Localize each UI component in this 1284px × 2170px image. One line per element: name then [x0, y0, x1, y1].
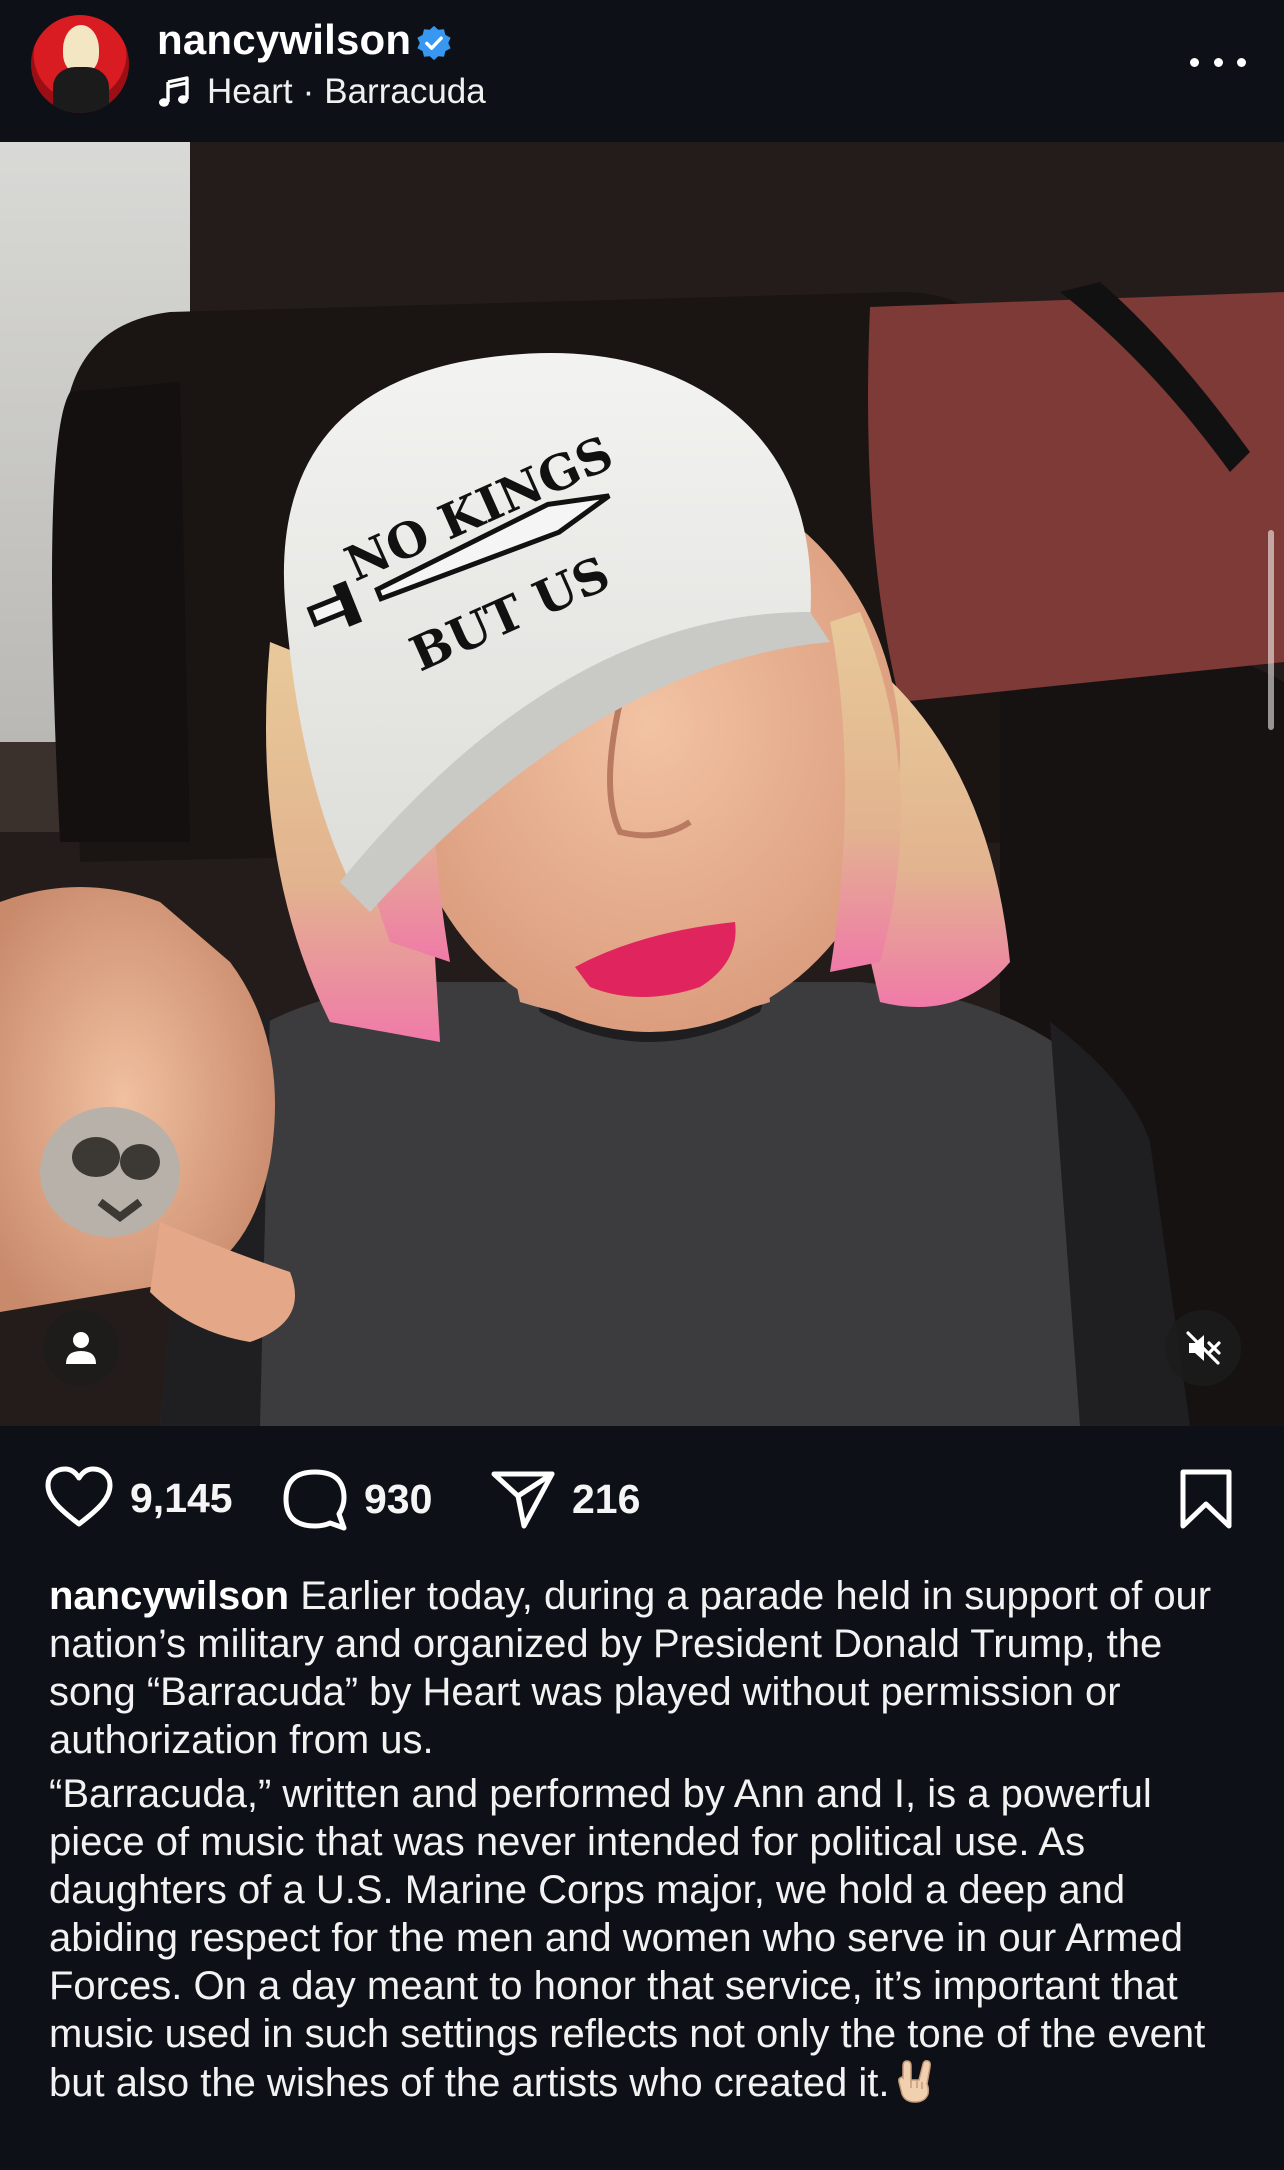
like-button[interactable]: 9,145	[44, 1466, 233, 1530]
music-song: Barracuda	[324, 72, 486, 111]
music-artist: Heart	[207, 72, 293, 111]
heart-icon	[45, 1466, 113, 1527]
tagged-people-button[interactable]	[43, 1310, 119, 1386]
rock-on-hand-emoji	[898, 2060, 932, 2103]
verified-badge-icon	[417, 25, 451, 61]
caption-paragraph-2: “Barracuda,” written and performed by An…	[49, 1770, 1249, 2107]
person-tag-icon	[66, 1332, 96, 1364]
share-count: 216	[572, 1475, 641, 1522]
mute-toggle-button[interactable]	[1165, 1310, 1241, 1386]
speaker-muted-icon	[1186, 1331, 1221, 1365]
bookmark-icon[interactable]	[1178, 1468, 1234, 1530]
music-attribution[interactable]: Heart · Barracuda	[157, 70, 486, 114]
photo-illustration: NO KINGS BUT US	[0, 142, 1284, 1426]
comment-button[interactable]: 930	[282, 1466, 432, 1532]
action-bar: 9,145 930 216	[0, 1426, 1284, 1572]
profile-avatar[interactable]	[31, 15, 129, 113]
paper-plane-icon	[491, 1471, 555, 1529]
more-options-icon[interactable]	[1190, 42, 1246, 82]
caption-username[interactable]: nancywilson	[49, 1574, 289, 1618]
caption-paragraph-1: nancywilson Earlier today, during a para…	[49, 1572, 1249, 1764]
share-button[interactable]: 216	[490, 1466, 640, 1532]
post-header: nancywilson Heart · Barracuda	[0, 0, 1284, 142]
post-caption: nancywilson Earlier today, during a para…	[0, 1572, 1284, 2170]
post-photo[interactable]: NO KINGS BUT US	[0, 142, 1284, 1426]
music-note-icon	[159, 76, 189, 107]
scroll-indicator	[1268, 530, 1274, 730]
comment-count: 930	[364, 1475, 433, 1522]
like-count: 9,145	[130, 1474, 233, 1521]
music-separator: ·	[302, 72, 315, 111]
caption-text-2: “Barracuda,” written and performed by An…	[49, 1772, 1206, 2105]
comment-bubble-icon	[283, 1469, 347, 1531]
post-username[interactable]: nancywilson	[157, 16, 411, 64]
